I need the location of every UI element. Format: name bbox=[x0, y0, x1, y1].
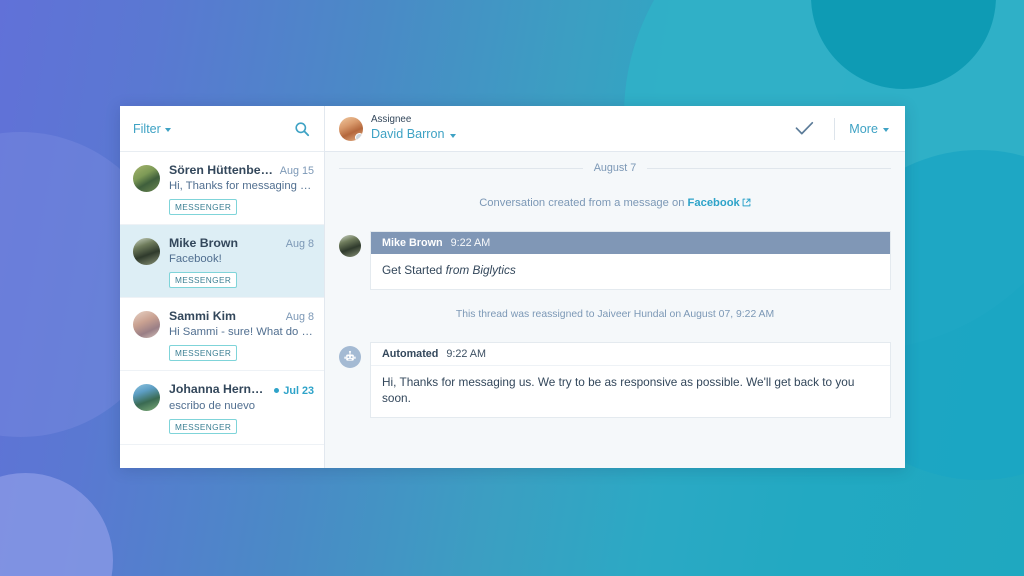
conversation-sidebar: Filter Sören Hüttenberger Aug 15 Hi, Tha… bbox=[120, 106, 325, 468]
divider bbox=[834, 117, 836, 140]
list-item[interactable]: Sammi Kim Aug 8 Hi Sammi - sure! What do… bbox=[120, 298, 324, 371]
status-badge: MESSENGER bbox=[169, 345, 238, 361]
message-bubble: Mike Brown 9:22 AM Get Started from Bigl… bbox=[370, 231, 891, 290]
message-author: Mike Brown bbox=[382, 237, 443, 249]
list-item-preview: Hi Sammi - sure! What do you need? bbox=[169, 326, 314, 338]
message-body: Get Started from Biglytics bbox=[371, 254, 890, 289]
list-item[interactable]: Johanna Hernández Jul 23 escribo de nuev… bbox=[120, 371, 324, 445]
chevron-down-icon bbox=[883, 127, 889, 132]
list-item-name: Mike Brown bbox=[169, 236, 239, 250]
decorative-circle-purple-bottom bbox=[0, 473, 113, 576]
conversation-header: Assignee David Barron More bbox=[325, 106, 905, 152]
message-row: Mike Brown 9:22 AM Get Started from Bigl… bbox=[339, 231, 891, 290]
created-note-text: Conversation created from a message on bbox=[479, 197, 688, 209]
list-item-date: Aug 8 bbox=[285, 311, 314, 323]
list-item[interactable]: Sören Hüttenberger Aug 15 Hi, Thanks for… bbox=[120, 152, 324, 225]
assignee-label: Assignee bbox=[371, 114, 412, 126]
unread-indicator-icon bbox=[274, 388, 280, 393]
chevron-down-icon bbox=[164, 127, 171, 132]
status-badge: MESSENGER bbox=[169, 199, 238, 215]
list-item-name: Sören Hüttenberger bbox=[169, 163, 274, 177]
avatar bbox=[133, 384, 160, 411]
day-divider: August 7 bbox=[339, 162, 891, 174]
list-item-preview: Facebook! bbox=[169, 253, 222, 265]
filter-button[interactable]: Filter bbox=[133, 122, 171, 136]
conversation-created-note: Conversation created from a message on F… bbox=[339, 174, 891, 209]
message-author: Automated bbox=[382, 347, 439, 360]
message-thread: August 7 Conversation created from a mes… bbox=[325, 152, 905, 468]
avatar bbox=[339, 116, 363, 141]
list-item-preview: Hi, Thanks for messaging us. We tr… bbox=[169, 180, 314, 192]
conversation-list: Sören Hüttenberger Aug 15 Hi, Thanks for… bbox=[120, 152, 324, 468]
checkmark-icon[interactable] bbox=[789, 119, 820, 138]
message-body-emphasis: from Biglytics bbox=[445, 263, 516, 277]
assignee-name[interactable]: David Barron bbox=[371, 127, 456, 143]
inbox-app-window: Filter Sören Hüttenberger Aug 15 Hi, Tha… bbox=[120, 106, 905, 468]
list-item-preview: escribo de nuevo bbox=[169, 399, 256, 412]
list-item[interactable]: Mike Brown Aug 8 Facebook! MESSENGER bbox=[120, 225, 324, 298]
header-actions: More bbox=[789, 117, 889, 140]
reassign-note: This thread was reassigned to Jaiveer Hu… bbox=[455, 308, 775, 320]
status-badge: MESSENGER bbox=[169, 418, 238, 434]
list-item-name: Johanna Hernández bbox=[169, 382, 268, 396]
search-icon[interactable] bbox=[294, 121, 310, 137]
divider-line-right bbox=[647, 167, 891, 169]
list-item-date: Aug 8 bbox=[285, 238, 314, 250]
message-header: Automated 9:22 AM bbox=[371, 342, 890, 366]
filter-label: Filter bbox=[133, 121, 161, 136]
sidebar-header: Filter bbox=[120, 106, 324, 152]
avatar bbox=[133, 165, 160, 192]
message-header: Mike Brown 9:22 AM bbox=[371, 232, 890, 254]
day-divider-label: August 7 bbox=[593, 162, 637, 174]
assignee-name-text: David Barron bbox=[371, 127, 445, 141]
message-timestamp: 9:22 AM bbox=[446, 347, 487, 360]
list-item-name: Sammi Kim bbox=[169, 309, 236, 323]
assignee-selector[interactable]: Assignee David Barron bbox=[339, 114, 456, 142]
message-row: Automated 9:22 AM Hi, Thanks for messagi… bbox=[339, 341, 891, 418]
external-link-icon bbox=[742, 198, 751, 210]
list-item-date: Aug 15 bbox=[279, 165, 314, 177]
avatar bbox=[133, 238, 160, 265]
message-body-text: Get Started bbox=[382, 263, 446, 277]
more-label: More bbox=[849, 121, 878, 136]
message-timestamp: 9:22 AM bbox=[450, 237, 491, 249]
chevron-down-icon bbox=[449, 133, 456, 138]
message-bubble: Automated 9:22 AM Hi, Thanks for messagi… bbox=[370, 341, 891, 418]
list-item-date: Jul 23 bbox=[283, 384, 314, 397]
divider-line-left bbox=[339, 167, 583, 169]
conversation-panel: Assignee David Barron More August 7 Conv… bbox=[325, 106, 905, 468]
more-button[interactable]: More bbox=[849, 122, 889, 136]
bot-icon bbox=[339, 345, 361, 368]
status-badge: MESSENGER bbox=[169, 272, 238, 288]
avatar bbox=[133, 311, 160, 338]
facebook-source-link[interactable]: Facebook bbox=[688, 197, 740, 209]
avatar bbox=[339, 235, 361, 257]
message-body: Hi, Thanks for messaging us. We try to b… bbox=[382, 374, 855, 405]
